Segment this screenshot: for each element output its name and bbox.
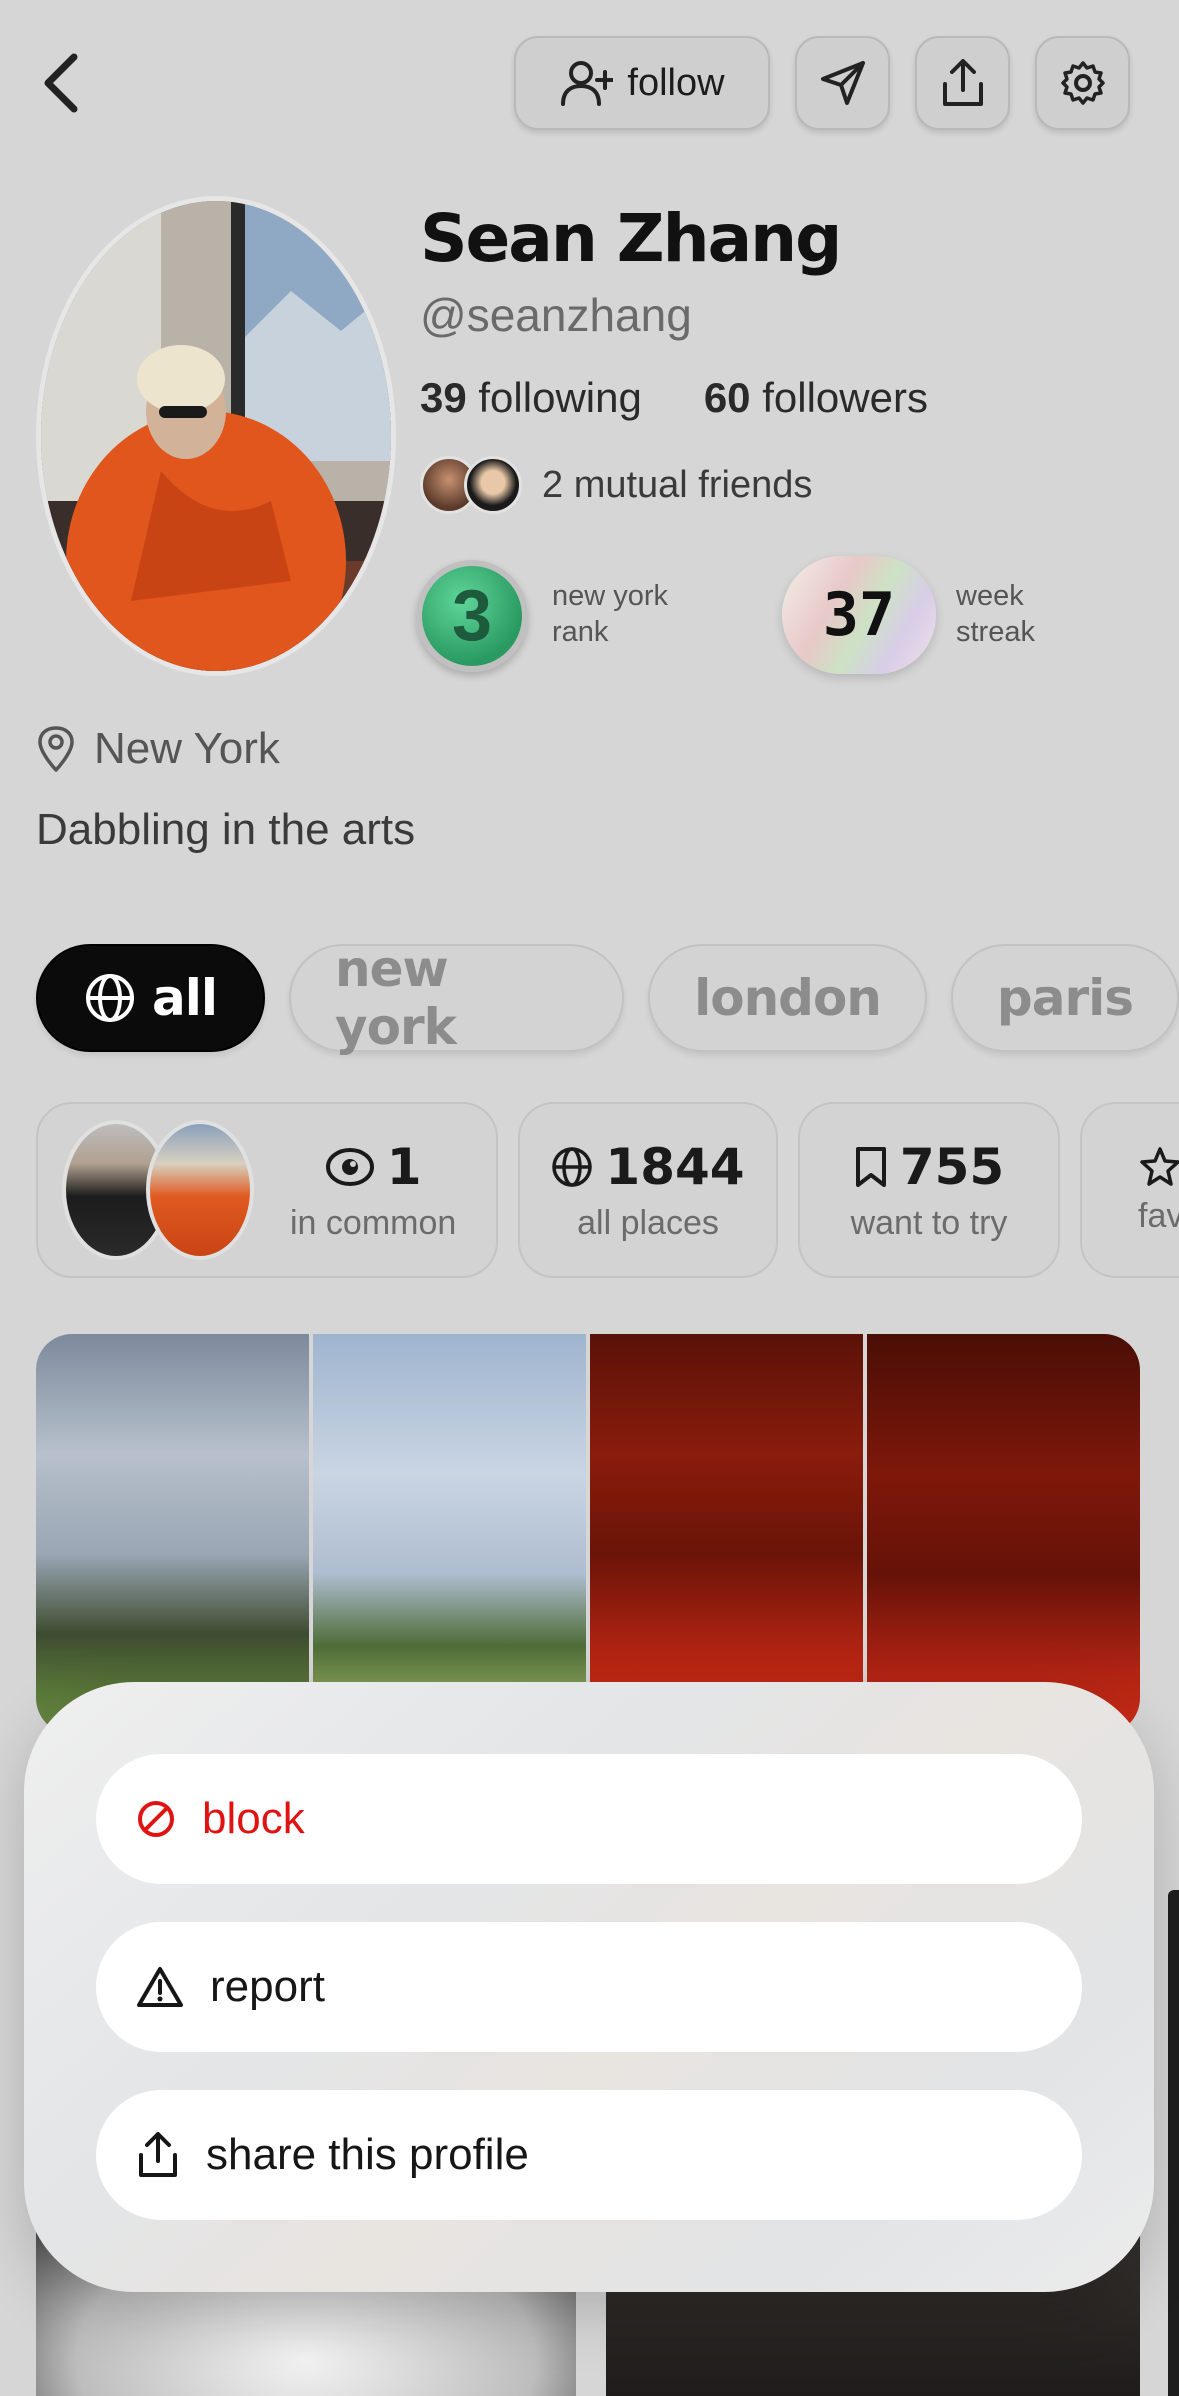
location-text: New York [94,724,280,773]
location: New York [36,724,280,774]
mutual-avatars [420,456,522,514]
profile-avatar[interactable] [36,196,396,676]
stat-want-to-try[interactable]: 755 want to try [798,1102,1060,1278]
follow-counts: 39 following 60 followers [420,374,928,422]
stat-favorites[interactable]: fav [1080,1102,1179,1278]
report-button[interactable]: report [96,1922,1082,2052]
rank-label-line2: rank [552,616,609,648]
share-icon [942,59,983,106]
avatar [464,456,522,514]
streak-badge[interactable]: 37 [782,556,936,674]
profile-page: follow Sean Zhang @seanzhang 39 followin… [0,0,1179,2396]
common-avatars [62,1120,272,1260]
want-count: 755 [899,1137,1005,1196]
photo[interactable] [590,1334,863,1734]
photo[interactable] [867,1334,1140,1734]
fav-number-row [1138,1145,1179,1189]
send-message-button[interactable] [795,36,890,130]
rank-label-line1: new york [552,580,669,612]
share-icon [139,2132,177,2177]
chip-all[interactable]: all [36,944,266,1052]
photo[interactable] [36,1334,309,1734]
share-button[interactable] [915,36,1010,130]
followers-count[interactable]: 60 followers [704,374,928,422]
fav-label: fav [1138,1196,1179,1235]
mutual-friends[interactable]: 2 mutual friends [420,456,812,514]
streak-label-line1: week [956,580,1024,612]
followers-label: followers [762,374,928,421]
common-count: 1 [386,1137,422,1196]
mutual-friends-text: 2 mutual friends [542,463,813,506]
settings-button[interactable] [1035,36,1130,130]
places-label: all places [577,1203,719,1242]
avatar [146,1120,254,1260]
stats-row: 1 in common 1844 all places 755 want to … [36,1102,1179,1278]
follow-button[interactable]: follow [514,36,770,130]
stat-in-common[interactable]: 1 in common [36,1102,498,1278]
globe-icon [552,1146,593,1187]
chevron-left-icon [44,53,78,113]
following-label: following [478,374,642,421]
places-number-row: 1844 [551,1137,745,1196]
warning-icon [137,1967,183,2007]
stat-all-places[interactable]: 1844 all places [518,1102,778,1278]
profile-bio: Dabbling in the arts [36,805,416,854]
map-pin-icon [38,726,74,772]
bookmark-icon [855,1146,886,1187]
share-profile-button[interactable]: share this profile [96,2090,1082,2220]
follow-label: follow [627,61,725,104]
chip-new-york-label: new york [335,940,457,1056]
rank-value: 3 [451,576,493,656]
streak-value: 37 [822,580,896,650]
common-number-row: 1 [325,1138,422,1196]
globe-icon [86,974,134,1022]
chip-all-label: all [152,969,218,1027]
avatar-photo [41,201,391,671]
places-count: 1844 [605,1137,745,1196]
chip-paris[interactable]: paris [950,944,1179,1052]
streak-label-line2: streak [956,616,1035,648]
user-plus-icon [561,61,614,106]
followers-number: 60 [703,374,751,421]
edge-card [1168,1890,1179,2396]
chip-london[interactable]: london [648,944,927,1052]
eye-icon [325,1147,374,1186]
share-profile-label: share this profile [206,2130,529,2179]
rank-badge[interactable]: 3 [416,560,528,672]
block-label: block [202,1794,305,1843]
block-icon [138,1801,174,1837]
send-icon [820,61,865,105]
chip-new-york[interactable]: new york [289,940,625,1056]
profile-handle: @seanzhang [420,289,692,341]
photo-strip [36,1334,1140,1734]
streak-label: week streak [956,578,1035,650]
report-label: report [210,1962,325,2011]
city-filter-chips: all new york london paris [36,940,1179,1056]
action-sheet: block report share this profile [24,1682,1154,2292]
following-count[interactable]: 39 following [420,374,642,422]
want-number-row: 755 [854,1138,1004,1196]
common-text: 1 in common [290,1138,456,1243]
chip-london-label: london [694,969,882,1027]
back-button[interactable] [30,48,90,118]
following-number: 39 [420,374,467,421]
star-icon [1140,1146,1179,1186]
profile-name: Sean Zhang [420,200,842,277]
chip-paris-label: paris [996,969,1134,1027]
common-label: in common [290,1203,457,1242]
want-label: want to try [850,1203,1008,1242]
rank-label: new york rank [552,578,668,650]
gear-icon [1060,61,1105,105]
block-button[interactable]: block [96,1754,1082,1884]
photo[interactable] [313,1334,586,1734]
